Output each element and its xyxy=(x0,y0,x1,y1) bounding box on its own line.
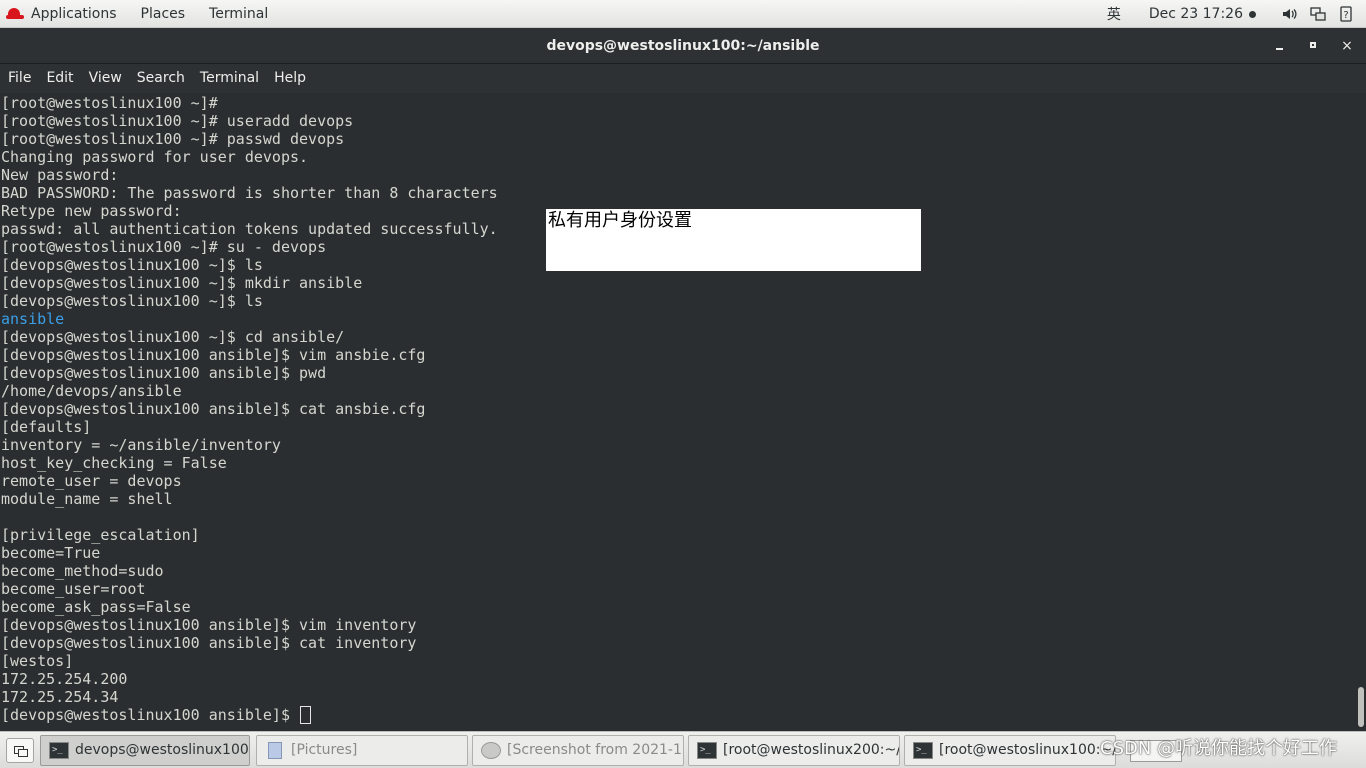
terminal-line: [devops@westoslinux100 ~]$ mkdir ansible xyxy=(1,274,363,292)
terminal-line: BAD PASSWORD: The password is shorter th… xyxy=(1,184,498,202)
taskbar-item-root-westoslinux100[interactable]: [root@westoslinux100:~/.a... xyxy=(904,735,1116,766)
window-title: devops@westoslinux100:~/ansible xyxy=(546,38,820,54)
taskbar-item-root-westoslinux200[interactable]: [root@westoslinux200:~/.a... xyxy=(688,735,900,766)
terminal-line: Retype new password: xyxy=(1,202,182,220)
terminal-icon xyxy=(913,736,933,765)
terminal-icon xyxy=(49,736,69,765)
terminal-line: [root@westoslinux100 ~]# passwd devops xyxy=(1,130,345,148)
taskbar-item-screenshot[interactable]: [Screenshot from 2021-12... xyxy=(472,735,684,766)
minimize-button[interactable] xyxy=(1262,28,1296,64)
menu-terminal[interactable]: Terminal xyxy=(192,64,266,93)
terminal-line: become_method=sudo xyxy=(1,562,164,580)
annotation-box: 私有用户身份设置 xyxy=(546,209,921,271)
top-panel: Applications Places Terminal 英 Dec 23 17… xyxy=(0,0,1366,28)
maximize-button[interactable] xyxy=(1296,28,1330,64)
terminal-line: [root@westoslinux100 ~]# su - devops xyxy=(1,238,327,256)
close-button[interactable]: × xyxy=(1330,28,1364,64)
show-desktop-button[interactable] xyxy=(6,738,34,763)
terminal-output: [root@westoslinux100 ~]# [root@westoslin… xyxy=(1,94,498,724)
terminal-scrollbar[interactable] xyxy=(1358,687,1364,727)
taskbar-item-label: [Screenshot from 2021-12... xyxy=(507,742,683,758)
notification-dot-icon xyxy=(1249,10,1256,18)
menu-view[interactable]: View xyxy=(81,64,129,93)
window-titlebar[interactable]: devops@westoslinux100:~/ansible × xyxy=(0,28,1366,64)
directory-listing: ansible xyxy=(1,310,65,328)
taskbar-item-label: [root@westoslinux200:~/.a... xyxy=(723,742,899,758)
terminal-line: 172.25.254.200 xyxy=(1,670,128,688)
terminal-line: [devops@westoslinux100 ansible]$ pwd xyxy=(1,364,327,382)
terminal-line: New password: xyxy=(1,166,119,184)
terminal-line: remote_user = devops xyxy=(1,472,182,490)
terminal-line: become_user=root xyxy=(1,580,146,598)
terminal-menubar: File Edit View Search Terminal Help xyxy=(0,64,1366,93)
minimize-icon xyxy=(1276,48,1283,50)
maximize-icon xyxy=(1310,42,1316,48)
redhat-logo-icon xyxy=(6,7,24,21)
taskbar-item-label: devops@westoslinux100:~... xyxy=(75,742,249,758)
terminal-line: [privilege_escalation] xyxy=(1,526,200,544)
csdn-watermark: CSDN @听说你能找个好工作 xyxy=(1100,738,1338,759)
network-icon[interactable] xyxy=(1310,6,1326,22)
places-menu[interactable]: Places xyxy=(129,0,198,28)
terminal-app-menu[interactable]: Terminal xyxy=(197,0,280,28)
taskbar-item-devops-terminal[interactable]: devops@westoslinux100:~... xyxy=(40,735,250,766)
terminal-line: [westos] xyxy=(1,652,74,670)
folder-icon xyxy=(268,742,282,759)
volume-icon[interactable] xyxy=(1282,6,1298,22)
terminal-line: Changing password for user devops. xyxy=(1,148,309,166)
terminal-line: passwd: all authentication tokens update… xyxy=(1,220,498,238)
applications-label: Applications xyxy=(31,5,117,22)
terminal-view[interactable]: [root@westoslinux100 ~]# [root@westoslin… xyxy=(0,93,1366,731)
menu-help[interactable]: Help xyxy=(266,64,313,93)
taskbar-item-pictures[interactable]: [Pictures] xyxy=(256,735,468,766)
terminal-line: [root@westoslinux100 ~]# useradd devops xyxy=(1,112,354,130)
taskbar-item-label: [root@westoslinux100:~/.a... xyxy=(939,742,1115,758)
terminal-line: [devops@westoslinux100 ansible]$ vim ans… xyxy=(1,346,426,364)
terminal-line: [devops@westoslinux100 ~]$ cd ansible/ xyxy=(1,328,345,346)
terminal-line: /home/devops/ansible xyxy=(1,382,182,400)
terminal-line: module_name = shell xyxy=(1,490,173,508)
terminal-line: [devops@westoslinux100 ansible]$ cat ans… xyxy=(1,400,426,418)
input-method-indicator[interactable]: 英 xyxy=(1107,4,1121,24)
terminal-line: [devops@westoslinux100 ansible]$ vim inv… xyxy=(1,616,417,634)
terminal-line: [defaults] xyxy=(1,418,92,436)
screenshot-icon xyxy=(481,742,501,759)
terminal-line: [root@westoslinux100 ~]# xyxy=(1,94,218,112)
terminal-line: [devops@westoslinux100 ansible]$ cat inv… xyxy=(1,634,417,652)
terminal-line: become_ask_pass=False xyxy=(1,598,191,616)
terminal-line: become=True xyxy=(1,544,101,562)
svg-text:?: ? xyxy=(1343,10,1348,21)
terminal-prompt-line: [devops@westoslinux100 ansible]$ xyxy=(1,706,498,724)
taskbar-item-label: [Pictures] xyxy=(291,742,358,758)
terminal-line: [devops@westoslinux100 ~]$ ls xyxy=(1,292,263,310)
clock[interactable]: Dec 23 17:26 xyxy=(1149,6,1243,22)
terminal-icon xyxy=(697,736,717,765)
current-prompt: [devops@westoslinux100 ansible]$ xyxy=(1,706,300,724)
menu-file[interactable]: File xyxy=(0,64,38,93)
terminal-line: [devops@westoslinux100 ~]$ ls xyxy=(1,256,263,274)
text-cursor xyxy=(300,706,312,724)
menu-search[interactable]: Search xyxy=(129,64,192,93)
terminal-line: inventory = ~/ansible/inventory xyxy=(1,436,281,454)
power-icon[interactable]: ? xyxy=(1338,6,1354,22)
terminal-line: host_key_checking = False xyxy=(1,454,227,472)
applications-menu[interactable]: Applications xyxy=(0,0,129,28)
menu-edit[interactable]: Edit xyxy=(38,64,80,93)
terminal-line: 172.25.254.34 xyxy=(1,688,119,706)
annotation-text: 私有用户身份设置 xyxy=(548,210,692,231)
